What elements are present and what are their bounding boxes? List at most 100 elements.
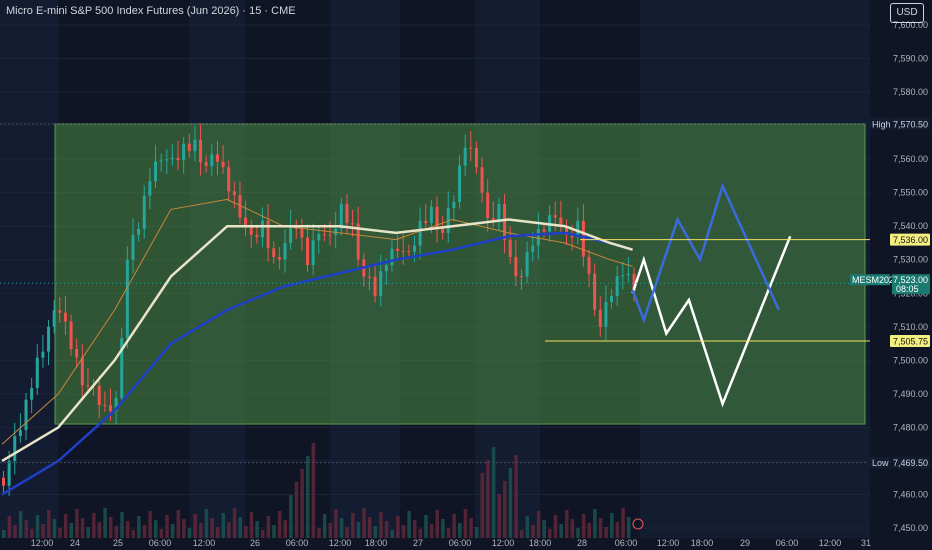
time-tick-label: 06:00: [776, 538, 799, 548]
volume-bar: [204, 509, 209, 538]
candle-body: [418, 220, 422, 246]
volume-bar: [249, 512, 254, 538]
candle-body: [536, 229, 540, 246]
candle-body: [260, 220, 264, 238]
level-lower-tag-text: 7,505.75: [893, 337, 928, 347]
candle-body: [384, 265, 388, 272]
time-tick-label: 28: [577, 538, 587, 548]
candle-body: [108, 405, 112, 411]
volume-bar: [260, 530, 265, 538]
volume-bar: [58, 528, 62, 538]
volume-bar: [159, 529, 164, 538]
volume-bar: [362, 508, 366, 538]
volume-bar: [215, 527, 220, 538]
candle-body: [441, 229, 445, 233]
candle-body: [244, 217, 248, 227]
time-axis[interactable]: 12:00 24 25 06:00 12:00 26 06:00 12:00 18:00 27 06…: [0, 538, 932, 550]
low-value-text: 7,469.50: [893, 458, 928, 468]
candle-body: [531, 245, 535, 252]
volume-bar: [525, 516, 530, 538]
low-tag: Low 7,469.50: [868, 456, 930, 469]
candle-body: [24, 399, 28, 431]
candle-body: [598, 309, 602, 327]
candle-body: [165, 159, 169, 161]
volume-bar: [131, 530, 135, 538]
candle-body: [289, 226, 293, 243]
candle-body: [13, 436, 17, 461]
volume-bar: [13, 525, 17, 538]
candle-body: [35, 357, 39, 389]
price-tick-label: 7,530.00: [893, 255, 928, 265]
volume-bar: [24, 520, 29, 538]
low-label-text: Low: [872, 458, 889, 468]
candle-body: [18, 430, 22, 437]
volume-bar: [334, 509, 338, 538]
time-tick-label: 12:00: [492, 538, 515, 548]
volume-bar: [351, 513, 355, 538]
candle-body: [176, 157, 180, 161]
volume-bar: [384, 521, 389, 538]
volume-bar: [69, 523, 74, 538]
candle-body: [587, 256, 591, 274]
volume-bar: [294, 482, 299, 538]
price-tick-label: 7,540.00: [893, 221, 928, 231]
volume-bar: [193, 514, 197, 538]
time-tick-label: 26: [250, 538, 260, 548]
time-tick-label: 06:00: [615, 538, 638, 548]
price-tick-label: 7,580.00: [893, 87, 928, 97]
candle-body: [193, 139, 197, 152]
volume-bar: [542, 520, 546, 538]
candle-body: [322, 234, 326, 236]
candle-body: [424, 220, 428, 224]
chart-title: Micro E-mini S&P 500 Index Futures (Jun …: [6, 5, 296, 17]
volume-bar: [322, 514, 327, 538]
candle-body: [86, 385, 90, 387]
candle-body: [610, 295, 614, 302]
volume-bar: [63, 514, 68, 538]
currency-button[interactable]: USD: [890, 3, 924, 23]
time-tick-label: 12:00: [819, 538, 842, 548]
candle-body: [159, 160, 163, 162]
candle-body: [542, 229, 546, 232]
time-tick-label: 12:00: [193, 538, 216, 548]
candle-body: [581, 220, 585, 257]
time-tick-label: 31: [861, 538, 871, 548]
candle-body: [486, 192, 490, 219]
volume-bar: [345, 527, 349, 538]
candle-body: [137, 228, 141, 235]
volume-bar: [86, 527, 90, 538]
candle-body: [519, 276, 523, 278]
candle-body: [227, 167, 231, 192]
volume-bar: [356, 522, 361, 538]
level-lower-tag: 7,505.75: [890, 335, 930, 348]
price-tick-label: 7,550.00: [893, 188, 928, 198]
candle-body: [221, 161, 225, 168]
volume-bar: [142, 525, 147, 538]
volume-bar: [576, 528, 580, 538]
volume-bar: [412, 520, 417, 538]
volume-bar: [283, 520, 287, 538]
volume-bar: [277, 511, 282, 538]
volume-bar: [548, 529, 552, 538]
candle-body: [97, 385, 101, 405]
high-tag: High 7,570.50: [868, 117, 930, 130]
candle-body: [514, 257, 518, 277]
candle-body: [474, 148, 478, 168]
volume-bar: [339, 518, 344, 538]
time-tick-label: 12:00: [31, 538, 54, 548]
candle-body: [131, 234, 135, 260]
candle-body: [390, 248, 394, 266]
volume-bar: [170, 524, 175, 538]
volume-bar: [469, 518, 473, 538]
volume-bar: [536, 511, 541, 538]
volume-bar: [587, 523, 592, 538]
volume-bar: [429, 524, 434, 538]
candle-body: [626, 273, 630, 276]
candle-body: [469, 147, 473, 149]
candle-body: [249, 226, 253, 235]
price-tick-label: 7,510.00: [893, 322, 928, 332]
volume-bar: [232, 508, 237, 538]
time-tick-label: 18:00: [691, 538, 714, 548]
price-chart[interactable]: 7,600.007,590.007,580.007,570.007,560.00…: [0, 0, 932, 550]
volume-bar: [7, 516, 12, 538]
